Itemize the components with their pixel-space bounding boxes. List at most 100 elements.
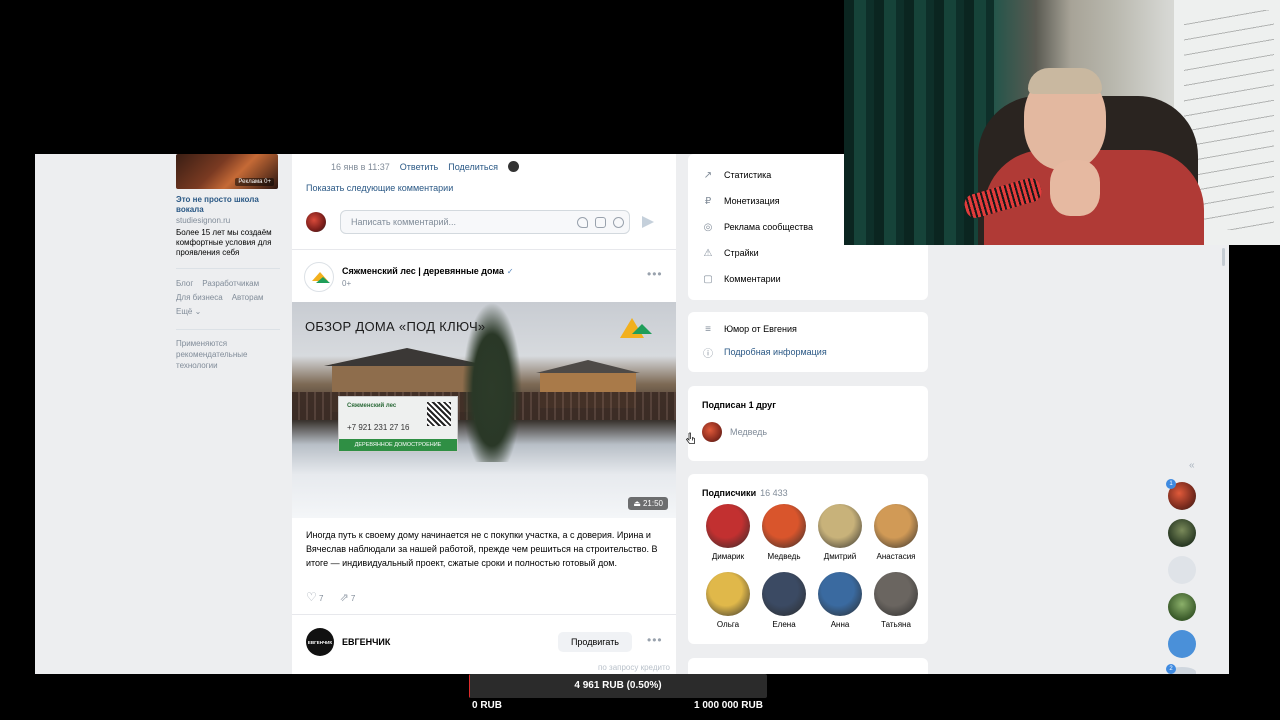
rail-badge: 1 xyxy=(1166,479,1176,489)
menu-label: Монетизация xyxy=(724,196,780,206)
menu-item-comments[interactable]: ▢ Комментарии xyxy=(688,266,928,292)
promote-button[interactable]: Продвигать xyxy=(557,632,632,652)
avatar xyxy=(706,572,750,616)
avatar xyxy=(874,572,918,616)
rail-avatar-placeholder[interactable] xyxy=(1168,556,1196,584)
heart-icon: ♡ xyxy=(306,590,317,604)
left-column: Реклама 0+ Это не просто школа вокала st… xyxy=(176,154,286,371)
comment-input[interactable]: Написать комментарий... xyxy=(340,210,630,234)
avatar xyxy=(762,572,806,616)
subscribers-count: 16 433 xyxy=(760,488,788,498)
sign-name: Сяжменский лес xyxy=(347,403,397,409)
subscriber-name: Елена xyxy=(772,620,796,629)
avatar xyxy=(706,504,750,548)
my-avatar[interactable] xyxy=(306,212,326,232)
ad-title[interactable]: Это не просто школа вокала xyxy=(176,195,286,215)
info-icon: ⓘ xyxy=(703,348,713,360)
goal-max: 1 000 000 RUB xyxy=(694,700,763,711)
footer-link-blog[interactable]: Блог xyxy=(176,279,193,288)
rail-avatar[interactable]: 2 xyxy=(1166,664,1196,674)
show-next-comments[interactable]: Показать следующие комментарии xyxy=(306,183,453,193)
subscriber-item[interactable]: Елена xyxy=(756,572,812,640)
comment-composer: Написать комментарий... xyxy=(306,210,662,234)
subscribers-title[interactable]: Подписчики 16 433 xyxy=(688,474,928,498)
subscriber-item[interactable]: Анна xyxy=(812,572,868,640)
next-post-header: ЕВГЕНЧИК ЕВГЕНЧИК Продвигать xyxy=(306,628,662,656)
monetization-icon: ₽ xyxy=(704,195,712,207)
ad-image[interactable]: Реклама 0+ xyxy=(176,154,278,189)
ad-badge: Реклама 0+ xyxy=(235,178,274,186)
details-label: Подробная информация xyxy=(724,347,827,357)
goal-min: 0 RUB xyxy=(472,700,503,711)
like-count: 7 xyxy=(319,594,324,603)
video-duration: ⏏ 21:50 xyxy=(628,497,668,510)
subscriber-item[interactable]: Ольга xyxy=(700,572,756,640)
scrollbar[interactable] xyxy=(1222,248,1225,266)
vk-logo-icon[interactable] xyxy=(1168,630,1196,658)
like-button[interactable]: ♡ 7 xyxy=(306,590,323,604)
friend-name: Медведь xyxy=(730,427,768,437)
send-icon[interactable] xyxy=(642,216,654,228)
footer-link-more[interactable]: Ещё ⌄ xyxy=(176,307,201,316)
post-menu-icon[interactable]: ••• xyxy=(647,267,663,281)
menu-label: Статистика xyxy=(724,170,772,180)
avatar xyxy=(818,504,862,548)
share-icon: ⇗ xyxy=(339,591,349,604)
post-actions: ♡ 7 ⇗ 7 xyxy=(306,590,355,604)
subscriber-name: Медведь xyxy=(767,552,801,561)
subscriber-item[interactable]: Татьяна xyxy=(868,572,924,640)
menu-label: Страйки xyxy=(724,248,759,258)
streamer-hand xyxy=(1050,160,1100,216)
details-link[interactable]: ⓘ Подробная информация xyxy=(688,342,928,362)
subscriber-item[interactable]: Анастасия xyxy=(868,504,924,572)
recommendation-note[interactable]: Применяются рекомендательные технологии xyxy=(176,338,286,371)
avatar xyxy=(762,504,806,548)
subscriber-item[interactable]: Димарик xyxy=(700,504,756,572)
subscriber-item[interactable]: Медведь xyxy=(756,504,812,572)
footer-link-business[interactable]: Для бизнеса xyxy=(176,293,223,302)
post-author[interactable]: Сяжменский лес | деревянные дома xyxy=(342,266,504,276)
comment-meta: 16 янв в 11:37 Ответить Поделиться xyxy=(331,161,519,172)
rail-avatar[interactable] xyxy=(1168,593,1196,621)
camera-icon[interactable] xyxy=(595,217,606,228)
subscriber-name: Ольга xyxy=(716,620,740,629)
share-count: 7 xyxy=(350,593,356,603)
webcam-overlay xyxy=(844,0,1280,245)
share-link[interactable]: Поделиться xyxy=(448,162,498,172)
about-card: ≡ Юмор от Евгения ⓘ Подробная информация xyxy=(688,312,928,372)
subscribers-label: Подписчики xyxy=(702,488,757,498)
ad-description: Более 15 лет мы создаём комфортные услов… xyxy=(176,228,272,257)
rail-badge: 2 xyxy=(1166,664,1176,674)
reply-link[interactable]: Ответить xyxy=(400,162,438,172)
rail-avatar[interactable] xyxy=(1168,519,1196,547)
subscriber-name: Дмитрий xyxy=(823,552,857,561)
footer-link-authors[interactable]: Авторам xyxy=(232,293,264,302)
friend-item[interactable]: Медведь xyxy=(688,410,928,442)
footer-link-developers[interactable]: Разработчикам xyxy=(202,279,259,288)
stats-icon: ↗ xyxy=(703,169,713,181)
collapse-rail-icon[interactable]: « xyxy=(1189,460,1195,471)
share-button[interactable]: ⇗ 7 xyxy=(339,591,355,604)
rail-avatar[interactable]: 1 xyxy=(1166,479,1196,510)
attach-icon[interactable] xyxy=(577,217,588,228)
ad-domain[interactable]: studiesignon.ru xyxy=(176,216,286,225)
avatar xyxy=(874,504,918,548)
next-post-author[interactable]: ЕВГЕНЧИК xyxy=(342,637,390,647)
video-player[interactable]: Сяжменский лес +7 921 231 27 16 ДЕРЕВЯНН… xyxy=(292,302,676,518)
subscriber-item[interactable]: Дмитрий xyxy=(812,504,868,572)
comment-time[interactable]: 16 янв в 11:37 xyxy=(331,162,390,172)
friends-title[interactable]: Подписан 1 друг xyxy=(688,386,928,410)
next-post-menu-icon[interactable]: ••• xyxy=(647,633,663,647)
subscriber-name: Димарик xyxy=(711,552,745,561)
reaction-avatar[interactable] xyxy=(507,161,519,172)
divider xyxy=(176,329,280,330)
community-avatar[interactable] xyxy=(304,262,334,292)
evgenchik-avatar[interactable]: ЕВГЕНЧИК xyxy=(306,628,334,656)
avatar xyxy=(818,572,862,616)
qr-code-icon xyxy=(427,402,451,426)
emoji-icon[interactable] xyxy=(613,217,624,228)
faded-text: по запросу кредито xyxy=(598,663,670,672)
strikes-icon: ⚠ xyxy=(703,247,713,259)
goal-current: 4 961 RUB (0.50%) xyxy=(574,680,662,691)
verified-icon: ✓ xyxy=(506,266,514,276)
